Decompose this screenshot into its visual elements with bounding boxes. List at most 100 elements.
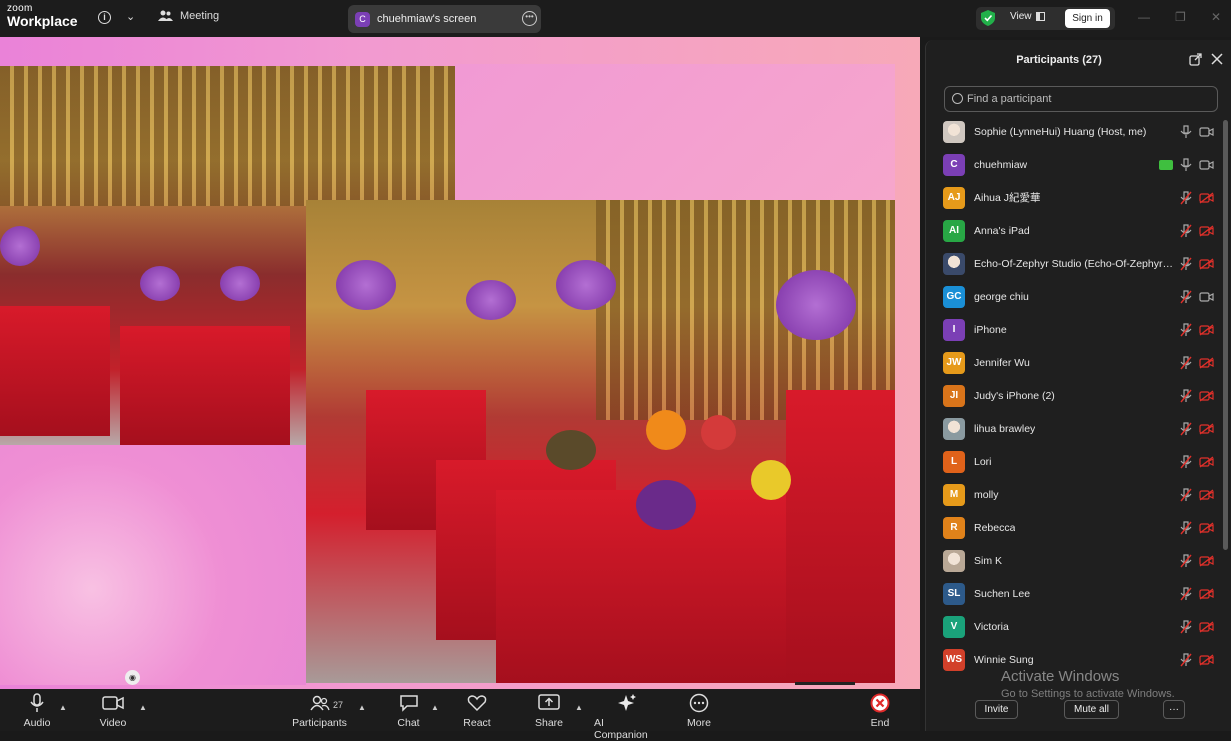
microphone-muted-icon[interactable] [1180,652,1192,667]
sign-in-button[interactable]: Sign in [1065,9,1110,28]
panel-more-button[interactable]: ··· [1163,700,1185,719]
video-camera-icon[interactable] [1199,126,1214,138]
minimize-icon[interactable]: — [1138,10,1150,24]
find-participant-input[interactable] [944,86,1218,112]
video-camera-off-icon[interactable] [1199,455,1214,468]
video-camera-off-icon[interactable] [1199,587,1214,600]
microphone-muted-icon[interactable] [1180,322,1192,337]
shield-check-icon[interactable] [981,10,995,26]
participant-name: molly [974,488,999,501]
window-close-icon[interactable]: ✕ [1211,10,1221,24]
participant-row[interactable]: AI Anna's iPad [926,214,1222,247]
participant-row[interactable]: lihua brawley [926,412,1222,445]
pop-out-icon[interactable] [1189,53,1202,66]
participant-row[interactable]: JI Judy's iPhone (2) [926,379,1222,412]
layout-icon [1035,12,1045,21]
video-camera-off-icon[interactable] [1199,224,1214,237]
shared-screen-pill[interactable]: C chuehmiaw's screen ••• [348,5,541,33]
chat-options-caret[interactable]: ▲ [431,703,439,712]
participant-row[interactable]: IiPhone [926,313,1222,346]
microphone-muted-icon[interactable] [1180,553,1192,568]
participant-row[interactable]: AJ Aihua J紀愛華 [926,181,1222,214]
video-camera-off-icon[interactable] [1199,389,1214,402]
video-camera-off-icon[interactable] [1199,356,1214,369]
meeting-button[interactable]: Meeting [158,10,219,22]
participant-avatar: M [943,483,965,506]
participant-row[interactable]: Sim K [926,544,1222,577]
chat-button[interactable]: Chat [396,689,421,729]
microphone-muted-icon[interactable] [1180,223,1192,238]
video-camera-off-icon[interactable] [1199,191,1214,204]
participant-avatar: JW [943,351,965,374]
share-label: Share [534,717,564,729]
microphone-muted-icon[interactable] [1180,256,1192,271]
end-label: End [870,717,890,729]
microphone-muted-icon[interactable] [1180,619,1192,634]
participant-row[interactable]: JW Jennifer Wu [926,346,1222,379]
participant-row[interactable]: GC george chiu [926,280,1222,313]
microphone-muted-icon[interactable] [1180,487,1192,502]
participant-avatar: JI [943,384,965,407]
microphone-muted-icon[interactable] [1180,454,1192,469]
view-button[interactable]: View [1010,11,1045,22]
invite-button[interactable]: Invite [975,700,1018,719]
chat-label: Chat [397,717,420,729]
participant-list[interactable]: Sophie (LynneHui) Huang (Host, me) Cchueh… [926,115,1226,684]
participant-row[interactable]: V Victoria [926,610,1222,643]
microphone-icon [30,693,44,712]
react-button[interactable]: React [462,689,492,729]
video-camera-off-icon[interactable] [1199,653,1214,666]
participant-row[interactable]: Echo-Of-Zephyr Studio (Echo-Of-Zephyr St… [926,247,1222,280]
video-button[interactable]: Video [98,689,128,729]
microphone-muted-icon[interactable] [1180,421,1192,436]
shared-screen-view[interactable]: ◉ [0,37,920,689]
participant-name: Anna's iPad [974,224,1030,237]
video-camera-off-icon[interactable] [1199,620,1214,633]
microphone-icon[interactable] [1180,124,1192,139]
audio-options-caret[interactable]: ▲ [59,703,67,712]
microphone-muted-icon[interactable] [1180,190,1192,205]
video-camera-off-icon[interactable] [1199,521,1214,534]
participant-row[interactable]: Cchuehmiaw [926,148,1222,181]
share-button[interactable]: Share [534,689,564,729]
ai-companion-button[interactable]: AI Companion [594,689,660,741]
video-camera-icon[interactable]: ◉ [125,670,140,685]
participant-avatar: SL [943,582,965,605]
share-options-caret[interactable]: ▲ [575,703,583,712]
video-camera-off-icon[interactable] [1199,554,1214,567]
participant-row[interactable]: Mmolly [926,478,1222,511]
microphone-muted-icon[interactable] [1180,355,1192,370]
participant-row[interactable]: R Rebecca [926,511,1222,544]
participant-row[interactable]: Sophie (LynneHui) Huang (Host, me) [926,115,1222,148]
participants-options-caret[interactable]: ▲ [358,703,366,712]
audio-button[interactable]: Audio [22,689,52,729]
video-camera-off-icon[interactable] [1199,488,1214,501]
microphone-muted-icon[interactable] [1180,586,1192,601]
participant-row[interactable]: L Lori [926,445,1222,478]
chevron-down-icon[interactable]: ⌄ [126,10,135,23]
mute-all-button[interactable]: Mute all [1064,700,1119,719]
video-camera-off-icon[interactable] [1199,323,1214,336]
participant-row[interactable]: SL Suchen Lee [926,577,1222,610]
microphone-icon[interactable] [1180,157,1192,172]
video-options-caret[interactable]: ▲ [139,703,147,712]
more-options-icon[interactable]: ••• [522,11,537,26]
logo-bottom-text: Workplace [7,13,78,29]
participant-avatar: C [943,153,965,176]
top-bar: zoom Workplace i ⌄ Meeting C chuehmiaw's… [0,0,1231,37]
info-icon[interactable]: i [98,11,111,24]
end-button[interactable]: End [866,689,894,729]
close-icon[interactable] [1211,53,1223,65]
activate-windows-title: Activate Windows [1001,668,1120,685]
video-camera-off-icon[interactable] [1199,257,1214,270]
microphone-muted-icon[interactable] [1180,289,1192,304]
video-camera-icon[interactable] [1199,159,1214,171]
react-label: React [463,717,491,729]
restore-icon[interactable]: ❐ [1175,10,1186,24]
scrollbar[interactable] [1223,120,1228,550]
more-button[interactable]: More [684,689,714,729]
microphone-muted-icon[interactable] [1180,388,1192,403]
video-camera-icon[interactable] [1199,291,1214,303]
microphone-muted-icon[interactable] [1180,520,1192,535]
video-camera-off-icon[interactable] [1199,422,1214,435]
